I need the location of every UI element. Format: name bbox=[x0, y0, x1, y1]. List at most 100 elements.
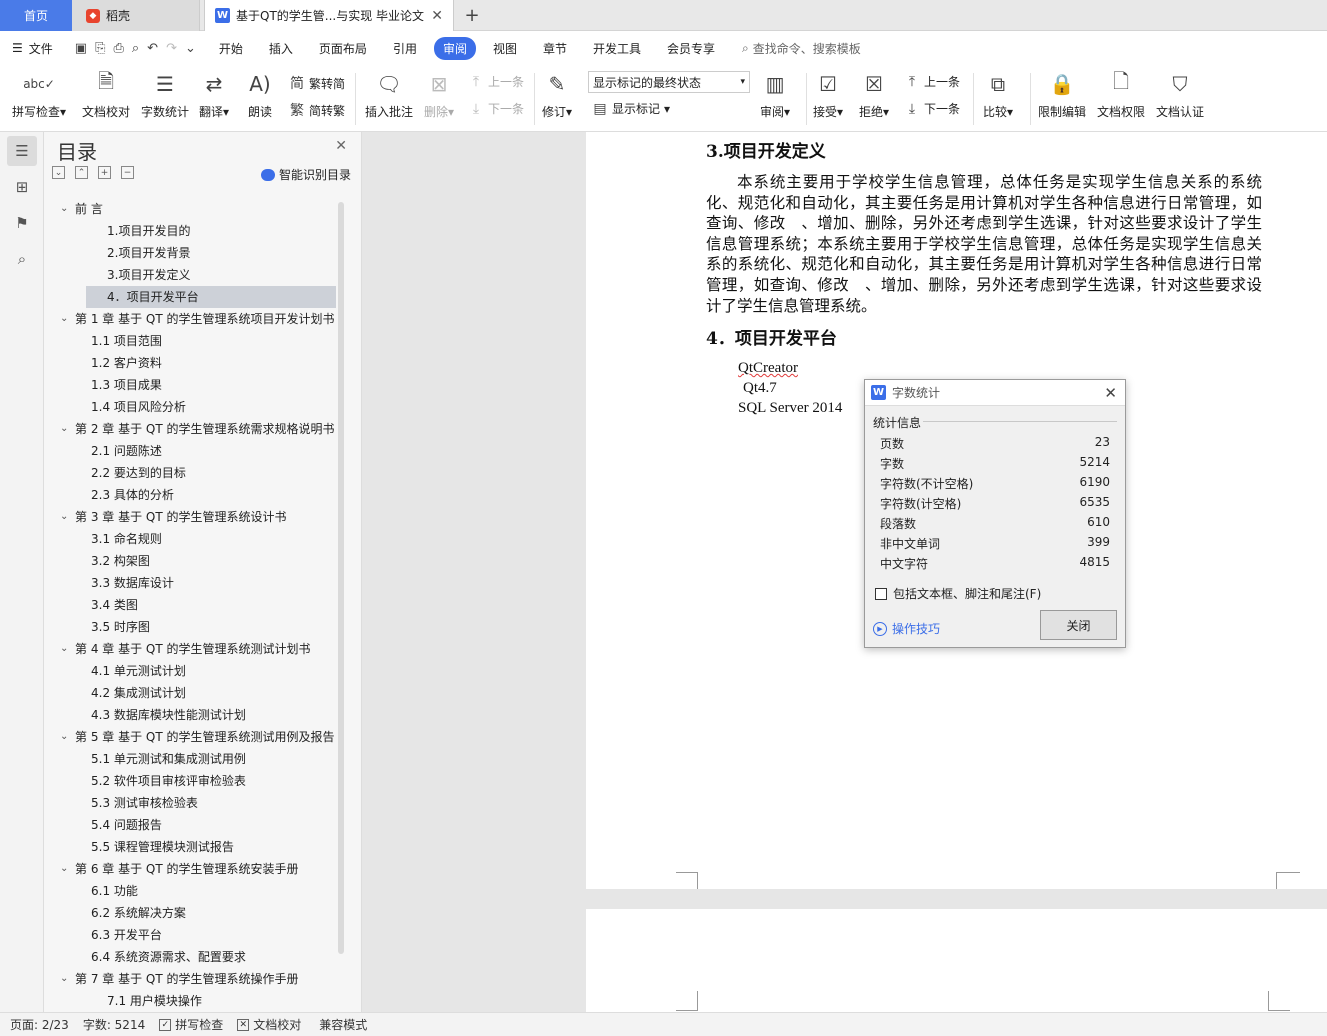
remove-heading-icon[interactable]: − bbox=[121, 166, 134, 179]
tab-6[interactable]: 章节 bbox=[530, 37, 580, 60]
chevron-down-icon[interactable]: ⌄ bbox=[60, 968, 68, 990]
chevron-down-icon[interactable]: ⌄ bbox=[60, 726, 68, 748]
command-search[interactable]: ⌕ 查找命令、搜索模板 bbox=[742, 40, 861, 57]
toc-item[interactable]: 3.4 类图 bbox=[44, 594, 336, 616]
word-count-button[interactable]: ☰ 字数统计 bbox=[141, 69, 189, 120]
track-changes-button[interactable]: ✎ 修订▾ bbox=[542, 69, 572, 120]
close-tab-icon[interactable]: ✕ bbox=[431, 8, 443, 24]
doc-permission-button[interactable]: 🗋 文档权限 bbox=[1097, 69, 1145, 120]
toc-item[interactable]: 1.项目开发目的 bbox=[44, 220, 336, 242]
new-tab-button[interactable]: + bbox=[460, 0, 484, 31]
add-heading-icon[interactable]: + bbox=[98, 166, 111, 179]
toc-item[interactable]: 6.4 系统资源需求、配置要求 bbox=[44, 946, 336, 968]
word-count-indicator[interactable]: 字数: 5214 bbox=[83, 1016, 145, 1033]
document-page-next[interactable] bbox=[586, 909, 1327, 1012]
close-icon[interactable]: ✕ bbox=[335, 138, 347, 154]
bookmark-icon[interactable]: ⚑ bbox=[7, 208, 37, 238]
toc-item[interactable]: 3.项目开发定义 bbox=[44, 264, 336, 286]
delete-comment-button[interactable]: ⊠ 删除▾ bbox=[424, 69, 454, 120]
show-markup-button[interactable]: ▤ 显示标记 ▾ bbox=[592, 100, 670, 117]
toc-item[interactable]: ⌄ 第 4 章 基于 QT 的学生管理系统测试计划书 bbox=[44, 638, 336, 660]
toc-item[interactable]: ⌄ 第 2 章 基于 QT 的学生管理系统需求规格说明书 bbox=[44, 418, 336, 440]
include-textbox-checkbox[interactable]: 包括文本框、脚注和尾注(F) bbox=[875, 585, 1041, 602]
close-button[interactable]: 关闭 bbox=[1040, 610, 1117, 640]
compare-button[interactable]: ⧉ 比较▾ bbox=[983, 69, 1013, 120]
toc-panel-icon[interactable]: ☰ bbox=[7, 136, 37, 166]
toc-item[interactable]: 3.5 时序图 bbox=[44, 616, 336, 638]
review-pane-button[interactable]: ▥ 审阅▾ bbox=[760, 69, 790, 120]
next-comment-button[interactable]: ⤓ 下一条 bbox=[468, 100, 524, 117]
tab-8[interactable]: 会员专享 bbox=[654, 37, 728, 60]
prev-change-button[interactable]: ⤒ 上一条 bbox=[904, 73, 960, 90]
reject-button[interactable]: ☒ 拒绝▾ bbox=[859, 69, 889, 120]
toc-item[interactable]: 4．项目开发平台 bbox=[86, 286, 336, 308]
toc-item[interactable]: 4.1 单元测试计划 bbox=[44, 660, 336, 682]
toc-item[interactable]: 5.2 软件项目审核评审检验表 bbox=[44, 770, 336, 792]
toc-item[interactable]: 2.1 问题陈述 bbox=[44, 440, 336, 462]
simp-to-trad-button[interactable]: 繁 简转繁 bbox=[289, 100, 345, 120]
toc-item[interactable]: 3.2 构架图 bbox=[44, 550, 336, 572]
toc-item[interactable]: 5.5 课程管理模块测试报告 bbox=[44, 836, 336, 858]
tips-link[interactable]: ▶ 操作技巧 bbox=[873, 620, 940, 637]
trad-to-simp-button[interactable]: 简 繁转简 bbox=[289, 73, 345, 93]
spell-check-button[interactable]: abc✓ 拼写检查▾ bbox=[12, 69, 66, 120]
collapse-all-icon[interactable]: ⌃ bbox=[75, 166, 88, 179]
chevron-down-icon[interactable]: ⌄ bbox=[60, 198, 68, 220]
expand-all-icon[interactable]: ⌄ bbox=[52, 166, 65, 179]
chevron-down-icon[interactable]: ⌄ bbox=[60, 308, 68, 330]
redo-icon[interactable]: ↷ bbox=[166, 41, 177, 56]
tab-0[interactable]: 开始 bbox=[206, 37, 256, 60]
toc-item[interactable]: 5.4 问题报告 bbox=[44, 814, 336, 836]
tab-3[interactable]: 引用 bbox=[380, 37, 430, 60]
toc-item[interactable]: 4.3 数据库模块性能测试计划 bbox=[44, 704, 336, 726]
doc-proof-button[interactable]: 🗎 文档校对 bbox=[82, 69, 130, 120]
toc-item[interactable]: ⌄ 第 1 章 基于 QT 的学生管理系统项目开发计划书 bbox=[44, 308, 336, 330]
toc-item[interactable]: 1.3 项目成果 bbox=[44, 374, 336, 396]
search-icon[interactable]: ⌕ bbox=[7, 244, 37, 274]
undo-icon[interactable]: ↶ bbox=[147, 41, 158, 56]
doc-proof-toggle[interactable]: ✕ 文档校对 bbox=[237, 1016, 301, 1033]
chevron-down-icon[interactable]: ⌄ bbox=[60, 506, 68, 528]
markup-mode-select[interactable]: 显示标记的最终状态 ▾ bbox=[588, 71, 750, 93]
file-menu-button[interactable]: ☰ 文件 bbox=[0, 40, 65, 57]
insert-comment-button[interactable]: 🗨 插入批注 bbox=[365, 69, 413, 120]
toc-item[interactable]: ⌄ 前 言 bbox=[44, 198, 336, 220]
toc-item[interactable]: 6.3 开发平台 bbox=[44, 924, 336, 946]
smart-toc-button[interactable]: 智能识别目录 bbox=[260, 166, 351, 183]
document-area[interactable]: 3.项目开发定义 本系统主要用于学校学生信息管理，总体任务是实现学生信息关系的系… bbox=[362, 132, 1327, 1012]
tab-1[interactable]: 插入 bbox=[256, 37, 306, 60]
toc-item[interactable]: 3.1 命名规则 bbox=[44, 528, 336, 550]
export-icon[interactable]: ⎘ bbox=[95, 41, 105, 56]
read-aloud-button[interactable]: A) 朗读 bbox=[245, 69, 275, 120]
toc-item[interactable]: 2.项目开发背景 bbox=[44, 242, 336, 264]
tab-5[interactable]: 视图 bbox=[480, 37, 530, 60]
toc-item[interactable]: 3.3 数据库设计 bbox=[44, 572, 336, 594]
spell-check-toggle[interactable]: ✓ 拼写检查 bbox=[159, 1016, 223, 1033]
toc-item[interactable]: 1.2 客户资料 bbox=[44, 352, 336, 374]
tab-7[interactable]: 开发工具 bbox=[580, 37, 654, 60]
doc-certify-button[interactable]: ⛉ 文档认证 bbox=[1156, 69, 1204, 120]
prev-comment-button[interactable]: ⤒ 上一条 bbox=[468, 73, 524, 90]
toc-item[interactable]: 5.1 单元测试和集成测试用例 bbox=[44, 748, 336, 770]
accept-button[interactable]: ☑ 接受▾ bbox=[813, 69, 843, 120]
toc-item[interactable]: ⌄ 第 7 章 基于 QT 的学生管理系统操作手册 bbox=[44, 968, 336, 990]
toc-scrollbar[interactable] bbox=[338, 202, 344, 954]
tab-2[interactable]: 页面布局 bbox=[306, 37, 380, 60]
chevron-down-icon[interactable]: ⌄ bbox=[60, 418, 68, 440]
next-change-button[interactable]: ⤓ 下一条 bbox=[904, 100, 960, 117]
tab-daoke[interactable]: ◆ 稻壳 bbox=[72, 0, 200, 31]
toc-item[interactable]: 6.2 系统解决方案 bbox=[44, 902, 336, 924]
save-icon[interactable]: ▣ bbox=[75, 41, 87, 56]
chevron-down-icon[interactable]: ⌄ bbox=[60, 638, 68, 660]
close-icon[interactable]: ✕ bbox=[1104, 384, 1117, 402]
tab-4[interactable]: 审阅 bbox=[433, 36, 476, 60]
restrict-edit-button[interactable]: 🔒 限制编辑 bbox=[1038, 69, 1086, 120]
toc-item[interactable]: 2.3 具体的分析 bbox=[44, 484, 336, 506]
toc-item[interactable]: 2.2 要达到的目标 bbox=[44, 462, 336, 484]
toc-item[interactable]: ⌄ 第 3 章 基于 QT 的学生管理系统设计书 bbox=[44, 506, 336, 528]
translate-button[interactable]: ⇄ 翻译▾ bbox=[199, 69, 229, 120]
toc-item[interactable]: 4.2 集成测试计划 bbox=[44, 682, 336, 704]
toc-item[interactable]: 1.1 项目范围 bbox=[44, 330, 336, 352]
page-indicator[interactable]: 页面: 2/23 bbox=[10, 1016, 69, 1033]
tab-document[interactable]: W 基于QT的学生管...与实现 毕业论文 ✕ bbox=[204, 0, 454, 31]
